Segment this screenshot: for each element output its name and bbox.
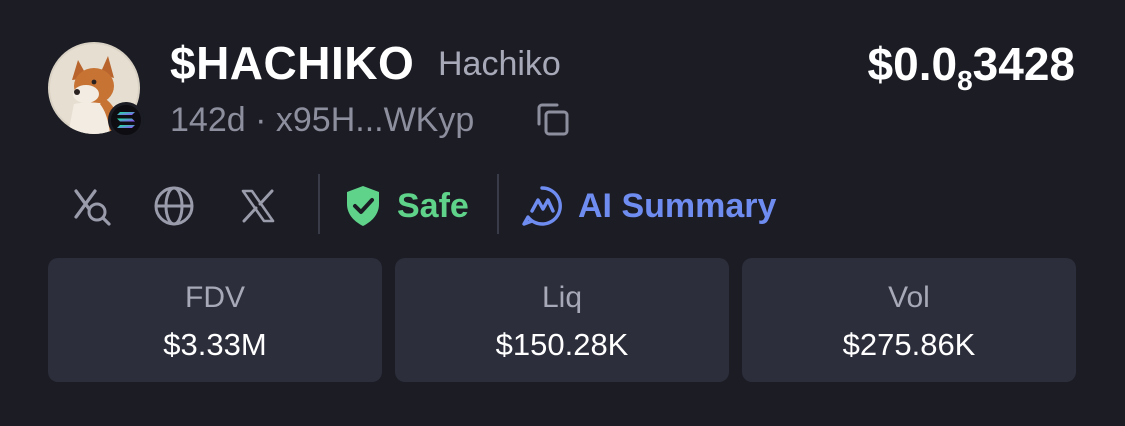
stat-value: $275.86K [842,327,976,362]
shield-check-icon [347,186,379,226]
stat-card-vol: Vol $275.86K [742,258,1076,382]
globe-icon [154,186,194,226]
stat-card-liq: Liq $150.28K [395,258,729,382]
website-button[interactable] [152,184,196,228]
x-logo-icon [241,189,275,223]
safe-label: Safe [397,186,469,225]
token-price: $0.083428 [868,38,1075,107]
token-meta: 142d · x95H...WKyp [170,100,474,140]
price-digits: 3428 [972,38,1075,90]
search-x-icon [74,189,111,226]
token-age: 142d [170,101,246,139]
stat-label: Vol [888,281,930,314]
copy-icon [537,103,569,136]
ai-summary-label: AI Summary [578,186,777,225]
ai-summary-button[interactable]: AI Summary [520,184,776,228]
price-zero-count: 8 [957,65,973,96]
stat-card-fdv: FDV $3.33M [48,258,382,382]
stat-value: $150.28K [495,327,629,362]
stat-value: $3.33M [163,327,267,362]
ai-summary-icon [522,186,562,226]
action-divider [497,174,499,234]
token-name: Hachiko [438,45,561,83]
token-address[interactable]: x95H...WKyp [276,101,474,139]
stat-label: FDV [185,281,245,314]
solana-icon [117,112,135,128]
token-ticker: $HACHIKO [170,37,415,89]
meta-separator: · [255,101,276,139]
action-divider [318,174,320,234]
chain-badge [108,102,144,138]
search-x-button[interactable] [70,184,114,228]
copy-address-button[interactable] [533,100,573,140]
stat-label: Liq [541,281,583,314]
twitter-button[interactable] [236,184,280,228]
safe-indicator[interactable]: Safe [343,184,469,228]
price-prefix: $0.0 [867,38,958,90]
